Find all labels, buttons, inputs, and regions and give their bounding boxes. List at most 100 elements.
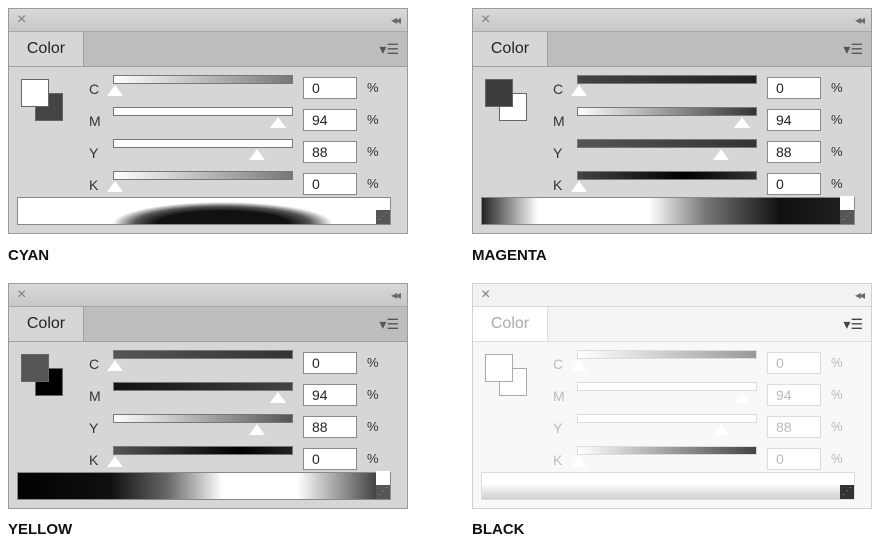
panel-menu-icon[interactable]: ▾☰ [843,316,863,333]
panel-title-bar: × ◂◂ [473,9,871,32]
percent-label: % [831,451,843,466]
color-panel-yellow: × ◂◂ Color ▾☰ C 0 % M 94 % Y 88 % K 0 % [8,283,408,509]
resize-grip-icon[interactable]: ⋰ [378,486,388,497]
percent-label: % [831,112,843,127]
collapse-icon[interactable]: ◂◂ [855,11,865,29]
y-slider-thumb[interactable] [249,424,265,435]
channel-row-m: M 94 % [553,107,853,135]
y-slider-thumb[interactable] [713,424,729,435]
y-slider-thumb[interactable] [249,149,265,160]
panel-title-bar: × ◂◂ [9,284,407,307]
c-value-field[interactable]: 0 [303,77,357,99]
channel-label: C [89,356,100,372]
k-value-field[interactable]: 0 [303,448,357,470]
y-value-field[interactable]: 88 [767,416,821,438]
tab-color[interactable]: Color [9,32,84,66]
k-value-field[interactable]: 0 [303,173,357,195]
y-value-field[interactable]: 88 [303,416,357,438]
c-slider[interactable] [577,350,757,359]
k-slider-thumb[interactable] [107,456,123,467]
m-value-field[interactable]: 94 [303,109,357,131]
c-value-field[interactable]: 0 [767,352,821,374]
m-slider-thumb[interactable] [270,117,286,128]
k-slider[interactable] [113,446,293,455]
close-icon[interactable]: × [481,11,490,29]
percent-label: % [367,387,379,402]
color-swatches [485,354,527,396]
color-ramp[interactable]: ⋰ [481,196,855,225]
c-slider[interactable] [113,350,293,359]
c-slider-thumb[interactable] [107,360,123,371]
close-icon[interactable]: × [17,286,26,304]
percent-label: % [831,387,843,402]
k-value-field[interactable]: 0 [767,448,821,470]
close-icon[interactable]: × [481,286,490,304]
c-slider-thumb[interactable] [571,85,587,96]
k-slider[interactable] [577,171,757,180]
y-slider-thumb[interactable] [713,149,729,160]
channel-row-c: C 0 % [89,350,389,378]
close-icon[interactable]: × [17,11,26,29]
color-ramp[interactable]: ⋰ [17,197,391,225]
m-slider[interactable] [113,107,293,116]
k-slider-thumb[interactable] [107,181,123,192]
m-slider-thumb[interactable] [734,117,750,128]
fill-swatch[interactable] [21,79,49,107]
color-ramp[interactable]: ⋰ [481,472,855,500]
channel-label: M [89,113,101,129]
panel-menu-icon[interactable]: ▾☰ [379,41,399,58]
y-slider[interactable] [577,139,757,148]
percent-label: % [831,144,843,159]
k-slider-thumb[interactable] [571,456,587,467]
c-slider[interactable] [577,75,757,84]
resize-grip-icon[interactable]: ⋰ [842,486,852,497]
collapse-icon[interactable]: ◂◂ [391,11,401,29]
fill-swatch[interactable] [485,79,513,107]
panel-tab-row: Color ▾☰ [473,32,871,67]
y-slider[interactable] [113,139,293,148]
channel-label: C [89,81,100,97]
ramp-swatch-white[interactable] [840,196,854,210]
tab-color[interactable]: Color [9,307,84,341]
c-slider-thumb[interactable] [571,360,587,371]
m-slider[interactable] [577,107,757,116]
m-slider-thumb[interactable] [270,392,286,403]
collapse-icon[interactable]: ◂◂ [391,286,401,304]
m-value-field[interactable]: 94 [767,109,821,131]
y-slider[interactable] [577,414,757,423]
tab-color[interactable]: Color [473,32,548,66]
k-slider-thumb[interactable] [571,181,587,192]
fill-swatch[interactable] [21,354,49,382]
panel-menu-icon[interactable]: ▾☰ [843,41,863,58]
percent-label: % [367,80,379,95]
y-slider[interactable] [113,414,293,423]
channel-label: Y [553,420,563,436]
channel-row-k: K 0 % [553,171,853,199]
y-value-field[interactable]: 88 [303,141,357,163]
c-value-field[interactable]: 0 [303,352,357,374]
m-slider-thumb[interactable] [734,392,750,403]
m-value-field[interactable]: 94 [767,384,821,406]
c-slider[interactable] [113,75,293,84]
m-value-field[interactable]: 94 [303,384,357,406]
tab-color[interactable]: Color [473,307,548,341]
c-slider-thumb[interactable] [107,85,123,96]
k-value-field[interactable]: 0 [767,173,821,195]
k-slider[interactable] [113,171,293,180]
collapse-icon[interactable]: ◂◂ [855,286,865,304]
ramp-swatch-white[interactable] [376,471,390,485]
y-value-field[interactable]: 88 [767,141,821,163]
fill-swatch[interactable] [485,354,513,382]
color-ramp[interactable]: ⋰ [17,471,391,500]
c-value-field[interactable]: 0 [767,77,821,99]
resize-grip-icon[interactable]: ⋰ [842,211,852,222]
panel-tab-row: Color ▾☰ [9,32,407,67]
resize-grip-icon[interactable]: ⋰ [378,211,388,222]
m-slider[interactable] [577,382,757,391]
color-panel-cyan: × ◂◂ Color ▾☰ C 0 % M 94 % Y 88 % K 0 % [8,8,408,234]
percent-label: % [367,176,379,191]
k-slider[interactable] [577,446,757,455]
panel-menu-icon[interactable]: ▾☰ [379,316,399,333]
m-slider[interactable] [113,382,293,391]
channel-row-y: Y 88 % [89,414,389,442]
